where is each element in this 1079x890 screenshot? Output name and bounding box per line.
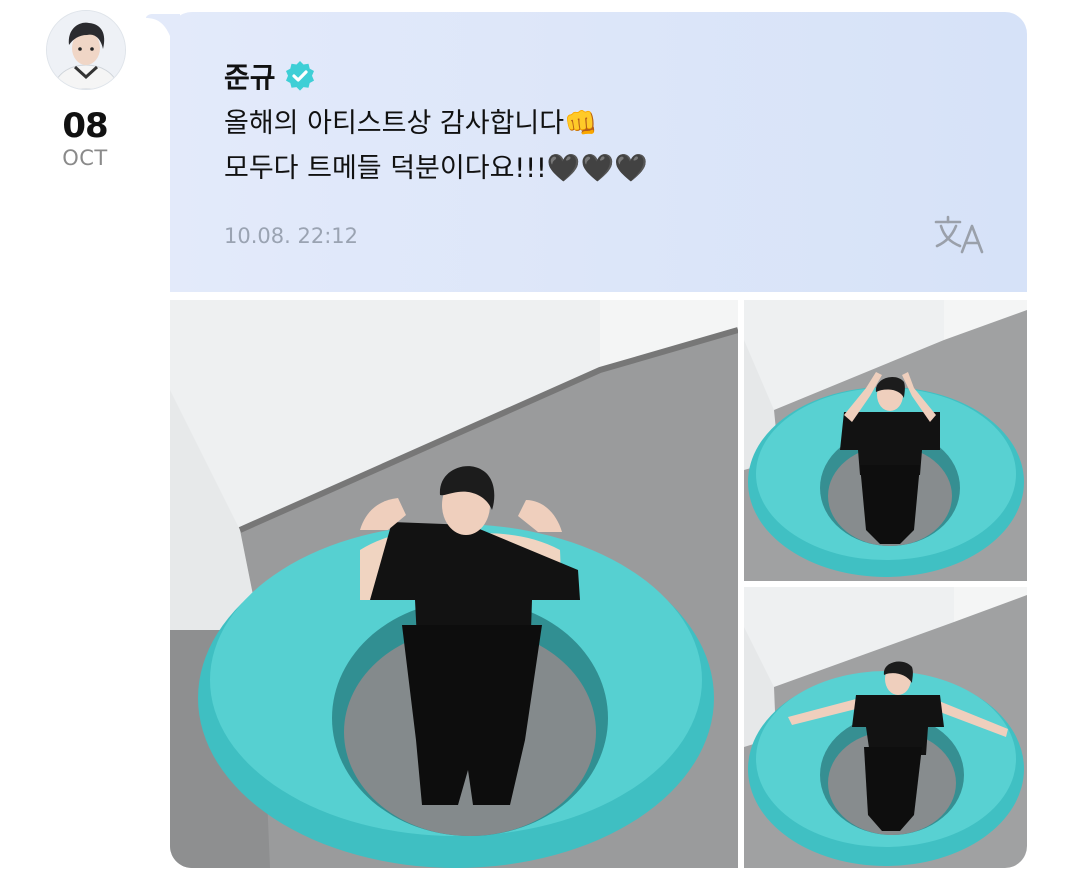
author-name[interactable]: 준규	[224, 56, 276, 96]
photo-grid	[170, 300, 1027, 868]
timestamp: 10.08. 22:12	[224, 224, 358, 248]
message-line-1: 올해의 아티스트상 감사합니다👊	[224, 108, 598, 139]
message-line-2: 모두다 트메들 덕분이다요!!!🖤🖤🖤	[224, 153, 648, 184]
photo-top-right[interactable]	[744, 300, 1027, 581]
avatar[interactable]	[46, 10, 126, 90]
message-bubble: 준규 올해의 아티스트상 감사합니다👊 모두다 트메들 덕분이다요!!!🖤🖤🖤 …	[170, 12, 1027, 292]
date-day: 08	[62, 106, 108, 146]
avatar-image	[47, 11, 125, 89]
date-month: OCT	[62, 146, 108, 170]
photo-main[interactable]	[170, 300, 738, 868]
photo-bottom-right[interactable]	[744, 587, 1027, 868]
verified-check-icon	[284, 60, 316, 92]
author-row: 준규	[224, 56, 316, 96]
translate-icon[interactable]	[934, 214, 988, 256]
